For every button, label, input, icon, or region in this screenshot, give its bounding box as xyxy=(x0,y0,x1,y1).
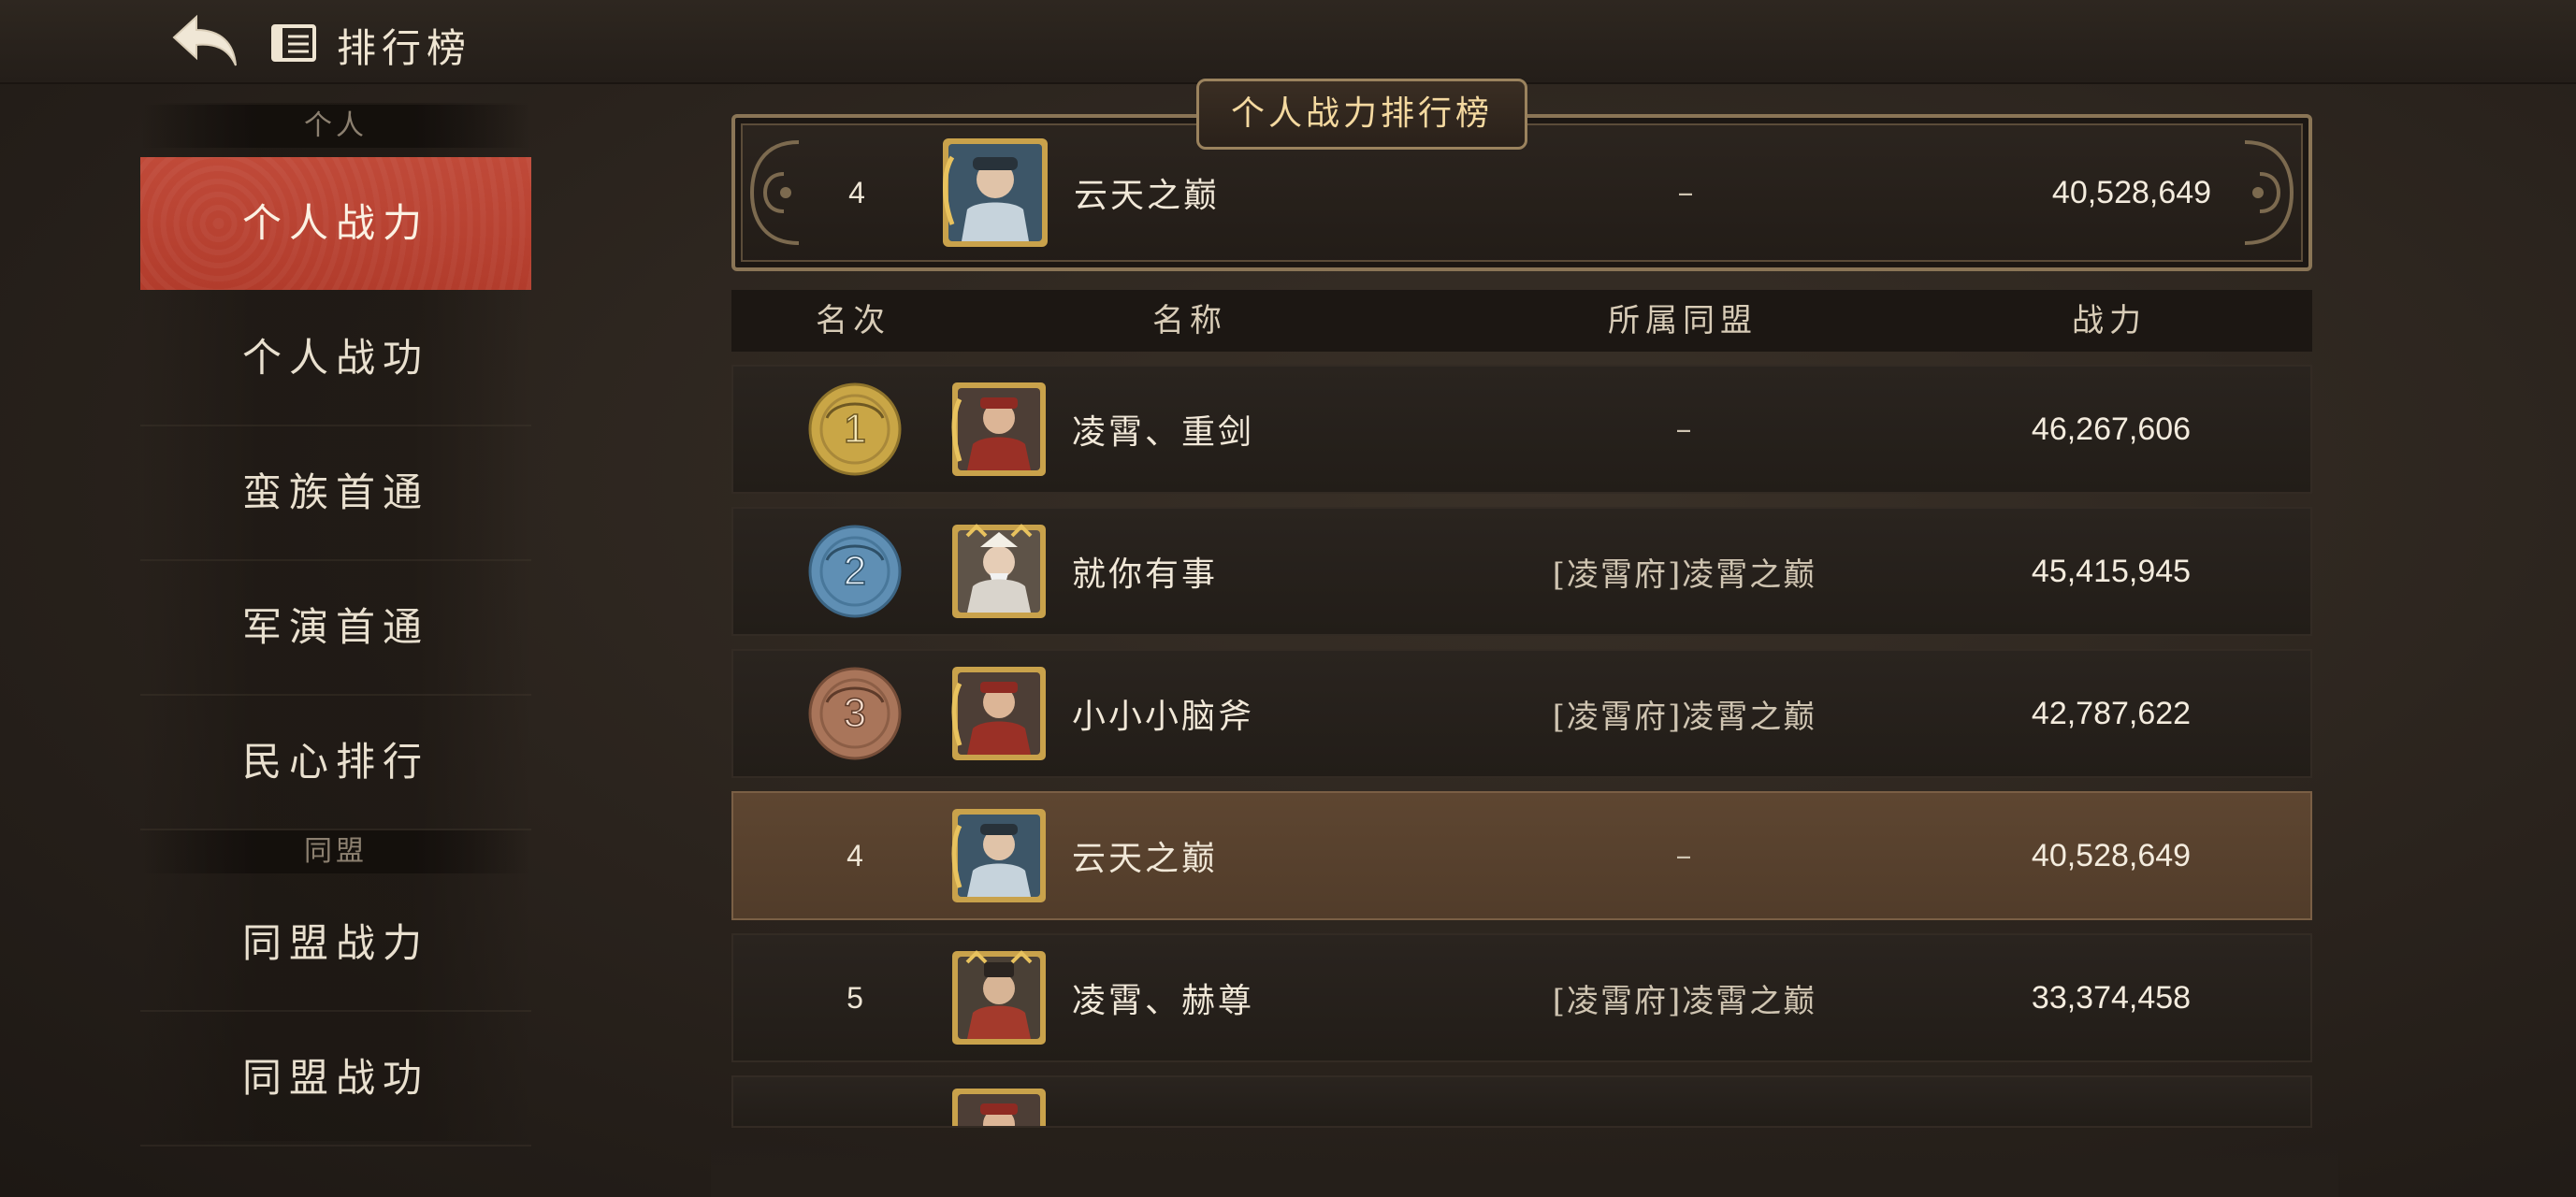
player-name: 小小小脑斧 xyxy=(1072,698,1255,736)
my-alliance-name: – xyxy=(1677,174,1696,211)
table-header: 名次 名称 所属同盟 战力 xyxy=(731,290,2312,352)
my-player-name: 云天之巅 xyxy=(1074,177,1221,215)
bronze-medal-icon: 3 xyxy=(808,667,902,760)
ledger-icon xyxy=(271,24,316,62)
column-header-power: 战力 xyxy=(2072,302,2147,339)
table-row[interactable]: 3 小小小脑斧 [凌霄府]凌霄之巅 42,787,622 xyxy=(731,649,2312,778)
gold-medal-icon: 1 xyxy=(808,382,902,476)
my-power-value: 40,528,649 xyxy=(2051,174,2212,210)
avatar[interactable] xyxy=(948,947,1049,1048)
silver-medal-icon: 2 xyxy=(808,525,902,618)
alliance-name: – xyxy=(1675,411,1694,448)
alliance-name: [凌霄府]凌霄之巅 xyxy=(1552,555,1817,594)
panel-title: 个人战力排行榜 xyxy=(1195,79,1528,150)
avatar[interactable] xyxy=(948,1085,1049,1128)
avatar[interactable] xyxy=(948,379,1049,480)
column-header-name: 名称 xyxy=(1152,302,1227,339)
power-value: 33,374,458 xyxy=(2031,979,2192,1016)
table-row-partial[interactable] xyxy=(731,1075,2312,1128)
nav-item-personal-power[interactable]: 个人战力 xyxy=(140,157,531,290)
nav-item-popularity-ranking[interactable]: 民心排行 xyxy=(140,696,531,830)
table-row[interactable]: 1 凌霄、重剑 – 46,267,606 xyxy=(731,365,2312,494)
player-name: 凌霄、赫尊 xyxy=(1072,982,1255,1020)
section-header-alliance: 同盟 xyxy=(140,830,531,873)
power-value: 45,415,945 xyxy=(2031,553,2192,589)
nav-item-alliance-merit[interactable]: 同盟战功 xyxy=(140,1012,531,1147)
power-value: 42,787,622 xyxy=(2031,695,2192,731)
column-header-rank: 名次 xyxy=(816,302,890,339)
avatar[interactable] xyxy=(948,663,1049,764)
frame-ornament-icon xyxy=(749,140,800,245)
rank-number: 5 xyxy=(847,980,863,1015)
nav-item-barbarian-first-clear[interactable]: 蛮族首通 xyxy=(140,426,531,561)
my-rank-number: 4 xyxy=(848,175,865,209)
medal-rank-number: 1 xyxy=(844,406,866,452)
medal-rank-number: 3 xyxy=(844,690,866,736)
power-value: 40,528,649 xyxy=(2031,837,2192,873)
table-row-self[interactable]: 4 云天之巅 – 40,528,649 xyxy=(731,791,2312,920)
avatar[interactable] xyxy=(939,135,1051,251)
table-row[interactable]: 5 凌霄、赫尊 [凌霄府]凌霄之巅 33,374,458 xyxy=(731,933,2312,1062)
nav-item-military-drill-first-clear[interactable]: 军演首通 xyxy=(140,561,531,696)
column-header-alliance: 所属同盟 xyxy=(1608,302,1758,339)
table-row[interactable]: 2 就你有事 [凌霄府]凌霄之巅 45,415,945 xyxy=(731,507,2312,636)
category-sidebar: 个人 个人战力 个人战功 蛮族首通 军演首通 民心排行 同盟 同盟战力 同盟战功 xyxy=(140,103,531,1147)
rank-number: 4 xyxy=(847,838,863,873)
player-name: 云天之巅 xyxy=(1072,840,1219,878)
medal-rank-number: 2 xyxy=(844,548,866,594)
list-scroll-fade xyxy=(711,1132,2338,1197)
alliance-name: – xyxy=(1675,837,1694,874)
alliance-name: [凌霄府]凌霄之巅 xyxy=(1552,982,1817,1020)
nav-item-personal-merit[interactable]: 个人战功 xyxy=(140,292,531,426)
top-bar: 排行榜 xyxy=(0,0,2576,84)
alliance-name: [凌霄府]凌霄之巅 xyxy=(1552,698,1817,736)
power-value: 46,267,606 xyxy=(2031,411,2192,447)
section-header-personal: 个人 xyxy=(140,105,531,148)
avatar[interactable] xyxy=(948,521,1049,622)
back-arrow-icon[interactable] xyxy=(168,9,243,73)
player-name: 就你有事 xyxy=(1072,555,1219,594)
page-title: 排行榜 xyxy=(337,25,472,71)
nav-item-alliance-power[interactable]: 同盟战力 xyxy=(140,877,531,1012)
avatar[interactable] xyxy=(948,805,1049,906)
player-name: 凌霄、重剑 xyxy=(1072,413,1255,452)
